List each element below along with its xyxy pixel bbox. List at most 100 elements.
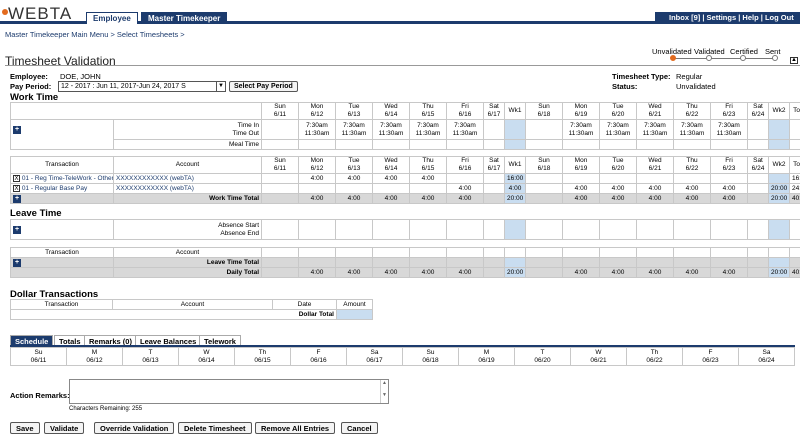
pay-period-select[interactable]: 12 - 2017 : Jun 11, 2017-Jun 24, 2017 S … — [58, 81, 226, 92]
time-in-out-cell[interactable] — [747, 119, 769, 140]
add-leave-entry-button[interactable]: + — [13, 225, 21, 234]
absence-cell[interactable] — [409, 219, 447, 240]
schedule-day[interactable]: Sa 06/24 — [738, 347, 795, 366]
characters-remaining: Characters Remaining: 255 — [69, 406, 143, 412]
work-account[interactable]: XXXXXXXXXXXX (webTA) — [113, 173, 262, 184]
work-row-day-value — [446, 173, 484, 184]
schedule-day[interactable]: T 06/20 — [514, 347, 571, 366]
meal-time-cell[interactable] — [298, 139, 336, 150]
absence-cell[interactable] — [483, 219, 505, 240]
day-header: Thu 6/15 — [409, 102, 447, 120]
work-row-day-value: 4:00 — [446, 183, 484, 194]
absence-cell[interactable] — [261, 219, 299, 240]
schedule-day[interactable]: M 06/19 — [458, 347, 515, 366]
schedule-day[interactable]: M 06/12 — [66, 347, 123, 366]
absence-cell[interactable] — [372, 219, 410, 240]
meal-time-cell[interactable] — [446, 139, 484, 150]
status-label: Status: — [612, 82, 638, 91]
tab-master-timekeeper[interactable]: Master Timekeeper — [141, 12, 228, 24]
breadcrumb[interactable]: Master Timekeeper Main Menu > Select Tim… — [5, 30, 185, 39]
meal-time-cell[interactable] — [483, 139, 505, 150]
schedule-day[interactable]: F 06/16 — [290, 347, 347, 366]
meal-time-cell[interactable] — [673, 139, 711, 150]
meal-time-cell[interactable] — [599, 139, 637, 150]
dollar-account-header: Account — [112, 299, 273, 310]
action-remarks-textarea[interactable]: ▲ ▼ — [69, 379, 389, 404]
absence-cell[interactable] — [298, 219, 336, 240]
absence-cell[interactable] — [710, 219, 748, 240]
work-transaction[interactable]: X 01 - Regular Base Pay — [10, 183, 114, 194]
meal-time-cell[interactable] — [562, 139, 600, 150]
work-transaction[interactable]: X 01 - Reg Time-TeleWork - Other — [10, 173, 114, 184]
tab-employee[interactable]: Employee — [86, 12, 138, 24]
work-account[interactable]: XXXXXXXXXXXX (webTA) — [113, 183, 262, 194]
remove-all-entries-button[interactable]: Remove All Entries — [255, 422, 336, 434]
meal-time-cell[interactable] — [525, 139, 563, 150]
delete-row-icon[interactable]: X — [13, 185, 20, 192]
meal-time-cell[interactable] — [261, 139, 299, 150]
schedule-day[interactable]: Th 06/22 — [626, 347, 683, 366]
meal-time-cell[interactable] — [747, 139, 769, 150]
meal-time-cell[interactable] — [710, 139, 748, 150]
time-in-out-cell[interactable] — [261, 119, 299, 140]
work-row-day-value — [599, 173, 637, 184]
time-in-out-cell[interactable]: 7:30am 11:30am — [673, 119, 711, 140]
absence-cell[interactable] — [446, 219, 484, 240]
time-in-out-cell[interactable]: 7:30am 11:30am — [446, 119, 484, 140]
add-leave-transaction-button[interactable]: + — [13, 258, 21, 267]
absence-cell[interactable] — [525, 219, 563, 240]
time-in-out-cell[interactable] — [525, 119, 563, 140]
work-row-day-value: 4:00 — [409, 173, 447, 184]
inbox-link[interactable]: Inbox [9] — [669, 13, 700, 22]
meal-time-cell[interactable] — [636, 139, 674, 150]
absence-cell[interactable] — [673, 219, 711, 240]
time-in-out-cell[interactable]: 7:30am 11:30am — [710, 119, 748, 140]
absence-cell[interactable] — [335, 219, 373, 240]
schedule-day[interactable]: T 06/13 — [122, 347, 179, 366]
time-in-out-cell[interactable]: 7:30am 11:30am — [372, 119, 410, 140]
time-in-out-cell[interactable]: 7:30am 11:30am — [409, 119, 447, 140]
textarea-scrollbar[interactable]: ▲ ▼ — [380, 380, 388, 403]
work-row-total-value: 16:00 — [789, 173, 800, 184]
logout-link[interactable]: Log Out — [765, 13, 794, 22]
meal-time-cell[interactable] — [372, 139, 410, 150]
time-in-out-cell[interactable]: 7:30am 11:30am — [335, 119, 373, 140]
meal-time-cell[interactable] — [335, 139, 373, 150]
work-row-day-value — [562, 173, 600, 184]
time-in-out-cell[interactable]: 7:30am 11:30am — [636, 119, 674, 140]
absence-cell[interactable] — [747, 219, 769, 240]
absence-cell[interactable] — [636, 219, 674, 240]
add-work-entry-button[interactable]: + — [13, 125, 21, 134]
delete-timesheet-button[interactable]: Delete Timesheet — [178, 422, 252, 434]
schedule-day[interactable]: F 06/23 — [682, 347, 739, 366]
absence-cell[interactable] — [562, 219, 600, 240]
leave-transactions-table: Transaction Account + Leave Time Total Daily… — [10, 247, 800, 278]
work-row-wk1-value: 4:00 — [504, 183, 526, 194]
schedule-day[interactable]: Su 06/18 — [402, 347, 459, 366]
add-transaction-button[interactable]: + — [13, 194, 21, 203]
schedule-day[interactable]: W 06/14 — [178, 347, 235, 366]
absence-cell[interactable] — [599, 219, 637, 240]
validate-button[interactable]: Validate — [44, 422, 85, 434]
override-validation-button[interactable]: Override Validation — [94, 422, 175, 434]
work-row-day-value: 4:00 — [599, 183, 637, 194]
save-button[interactable]: Save — [10, 422, 40, 434]
schedule-day[interactable]: Sa 06/17 — [346, 347, 403, 366]
time-in-out-cell[interactable]: 7:30am 11:30am — [298, 119, 336, 140]
delete-row-icon[interactable]: X — [13, 175, 20, 182]
work-row-day-value — [747, 173, 769, 184]
time-in-out-cell[interactable] — [483, 119, 505, 140]
meal-time-cell[interactable] — [409, 139, 447, 150]
settings-link[interactable]: Settings — [707, 13, 737, 22]
schedule-day[interactable]: Th 06/15 — [234, 347, 291, 366]
schedule-day[interactable]: W 06/21 — [570, 347, 627, 366]
leave-account-header: Account — [113, 247, 262, 258]
time-in-out-cell[interactable]: 7:30am 11:30am — [599, 119, 637, 140]
collapse-icon[interactable]: ▲ — [790, 57, 798, 64]
select-pay-period-button[interactable]: Select Pay Period — [229, 81, 298, 92]
time-in-out-cell[interactable]: 7:30am 11:30am — [562, 119, 600, 140]
schedule-day[interactable]: Su 06/11 — [10, 347, 67, 366]
cancel-button[interactable]: Cancel — [341, 422, 378, 434]
schedule-table: Su 06/11 M 06/12 T 06/13 W 06/14 Th 06/15 F 06/16 Sa… — [10, 347, 795, 366]
help-link[interactable]: Help — [742, 13, 758, 22]
